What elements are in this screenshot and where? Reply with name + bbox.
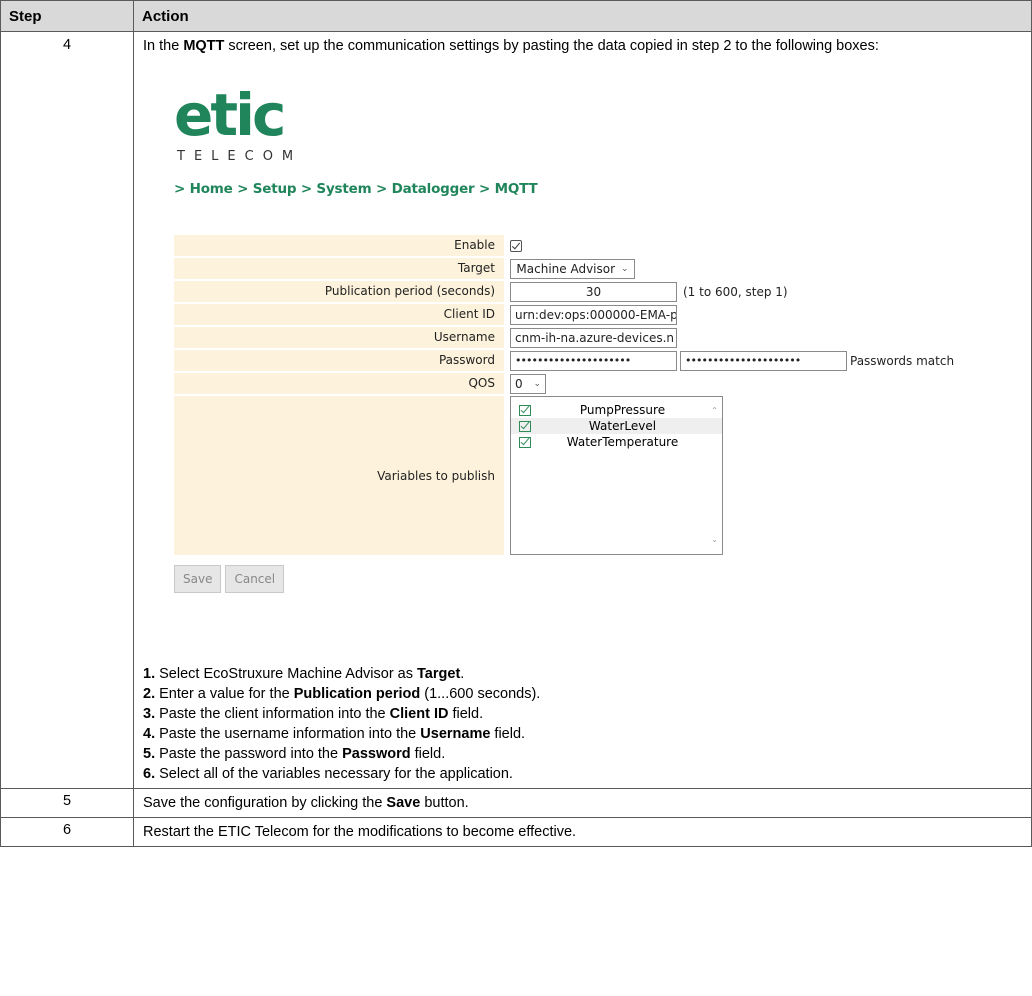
enable-checkbox[interactable] [510,239,522,252]
action-cell: Save the configuration by clicking the S… [133,788,1032,818]
username-input[interactable]: cnm-ih-na.azure-devices.n [510,327,677,348]
target-label: Target [174,258,504,279]
list-item[interactable]: WaterTemperature [511,434,722,450]
table-row-step-5: 5 Save the configuration by clicking the… [0,788,1032,818]
action-cell: In the MQTT screen, set up the communica… [133,31,1032,789]
action-cell: Restart the ETIC Telecom for the modific… [133,817,1032,847]
period-hint: (1 to 600, step 1) [683,284,788,299]
variables-label: Variables to publish [174,396,504,555]
form-buttons: Save Cancel [174,565,285,593]
form-row-target: Target Machine Advisor ⌄ [174,258,1004,279]
intro-text: In the MQTT screen, set up the communica… [143,38,879,54]
password-match-text: Passwords match [850,353,955,368]
mqtt-screenshot: etic TELECOM > Home > Setup > System > D… [143,57,1022,663]
password-confirm-input[interactable]: ••••••••••••••••••••• [680,350,847,371]
variables-list[interactable]: PumpPressure WaterLevel WaterTemperature… [510,396,723,555]
period-input[interactable]: 30 [510,281,677,302]
password-label: Password [174,350,504,371]
qos-select[interactable]: 0 ⌄ [510,373,546,394]
step-number: 4 [0,31,134,789]
qos-value: 0 [515,376,523,391]
checkbox-checked-icon[interactable] [519,420,531,432]
form-row-period: Publication period (seconds) 30 (1 to 600… [174,281,1004,302]
step-number: 5 [0,788,134,818]
table-header-row: Step Action [0,0,1032,32]
procedure-table: Step Action 4 In the MQTT screen, set up… [0,0,1032,847]
checkbox-checked-icon[interactable] [519,436,531,448]
qos-label: QOS [174,373,504,394]
table-row-step-4: 4 In the MQTT screen, set up the communi… [0,31,1032,789]
chevron-down-icon: ⌄ [533,378,541,389]
list-item: 2. Enter a value for the Publication per… [143,686,541,702]
form-row-client-id: Client ID urn:dev:ops:000000-EMA-p [174,304,1004,325]
header-action: Action [133,0,1032,32]
period-label: Publication period (seconds) [174,281,504,302]
mqtt-form: Enable Target Machine Advisor ⌄ Publicati… [174,235,1004,555]
form-row-variables: Variables to publish PumpPressure WaterL… [174,396,1004,555]
chevron-down-icon: ⌄ [621,263,629,274]
scroll-up-icon[interactable]: ⌃ [711,401,718,421]
cancel-button[interactable]: Cancel [225,565,285,593]
client-id-input[interactable]: urn:dev:ops:000000-EMA-p [510,304,677,325]
username-label: Username [174,327,504,348]
breadcrumb: > Home > Setup > System > Datalogger > M… [174,181,538,197]
instruction-list: 1. Select EcoStruxure Machine Advisor as… [143,664,1022,784]
list-item: 5. Paste the password into the Password … [143,746,446,762]
client-id-label: Client ID [174,304,504,325]
checkbox-checked-icon[interactable] [519,404,531,416]
logo-subtitle: TELECOM [177,149,303,164]
step-number: 6 [0,817,134,847]
target-value: Machine Advisor [516,261,616,276]
list-item: 6. Select all of the variables necessary… [143,766,513,782]
list-item: 3. Paste the client information into the… [143,706,484,722]
list-item: 4. Paste the username information into t… [143,726,526,742]
etic-telecom-logo: etic TELECOM [174,81,303,167]
password-input[interactable]: ••••••••••••••••••••• [510,350,677,371]
logo-wordmark: etic [174,81,286,149]
form-row-enable: Enable [174,235,1004,256]
form-row-password: Password ••••••••••••••••••••• ••••••••••… [174,350,1004,371]
target-select[interactable]: Machine Advisor ⌄ [510,258,635,279]
enable-label: Enable [174,235,504,256]
save-button[interactable]: Save [174,565,222,593]
scroll-down-icon[interactable]: ⌄ [711,530,718,550]
list-item: 1. Select EcoStruxure Machine Advisor as… [143,666,465,682]
table-row-step-6: 6 Restart the ETIC Telecom for the modif… [0,817,1032,847]
header-step: Step [0,0,134,32]
form-row-username: Username cnm-ih-na.azure-devices.n [174,327,1004,348]
form-row-qos: QOS 0 ⌄ [174,373,1004,394]
